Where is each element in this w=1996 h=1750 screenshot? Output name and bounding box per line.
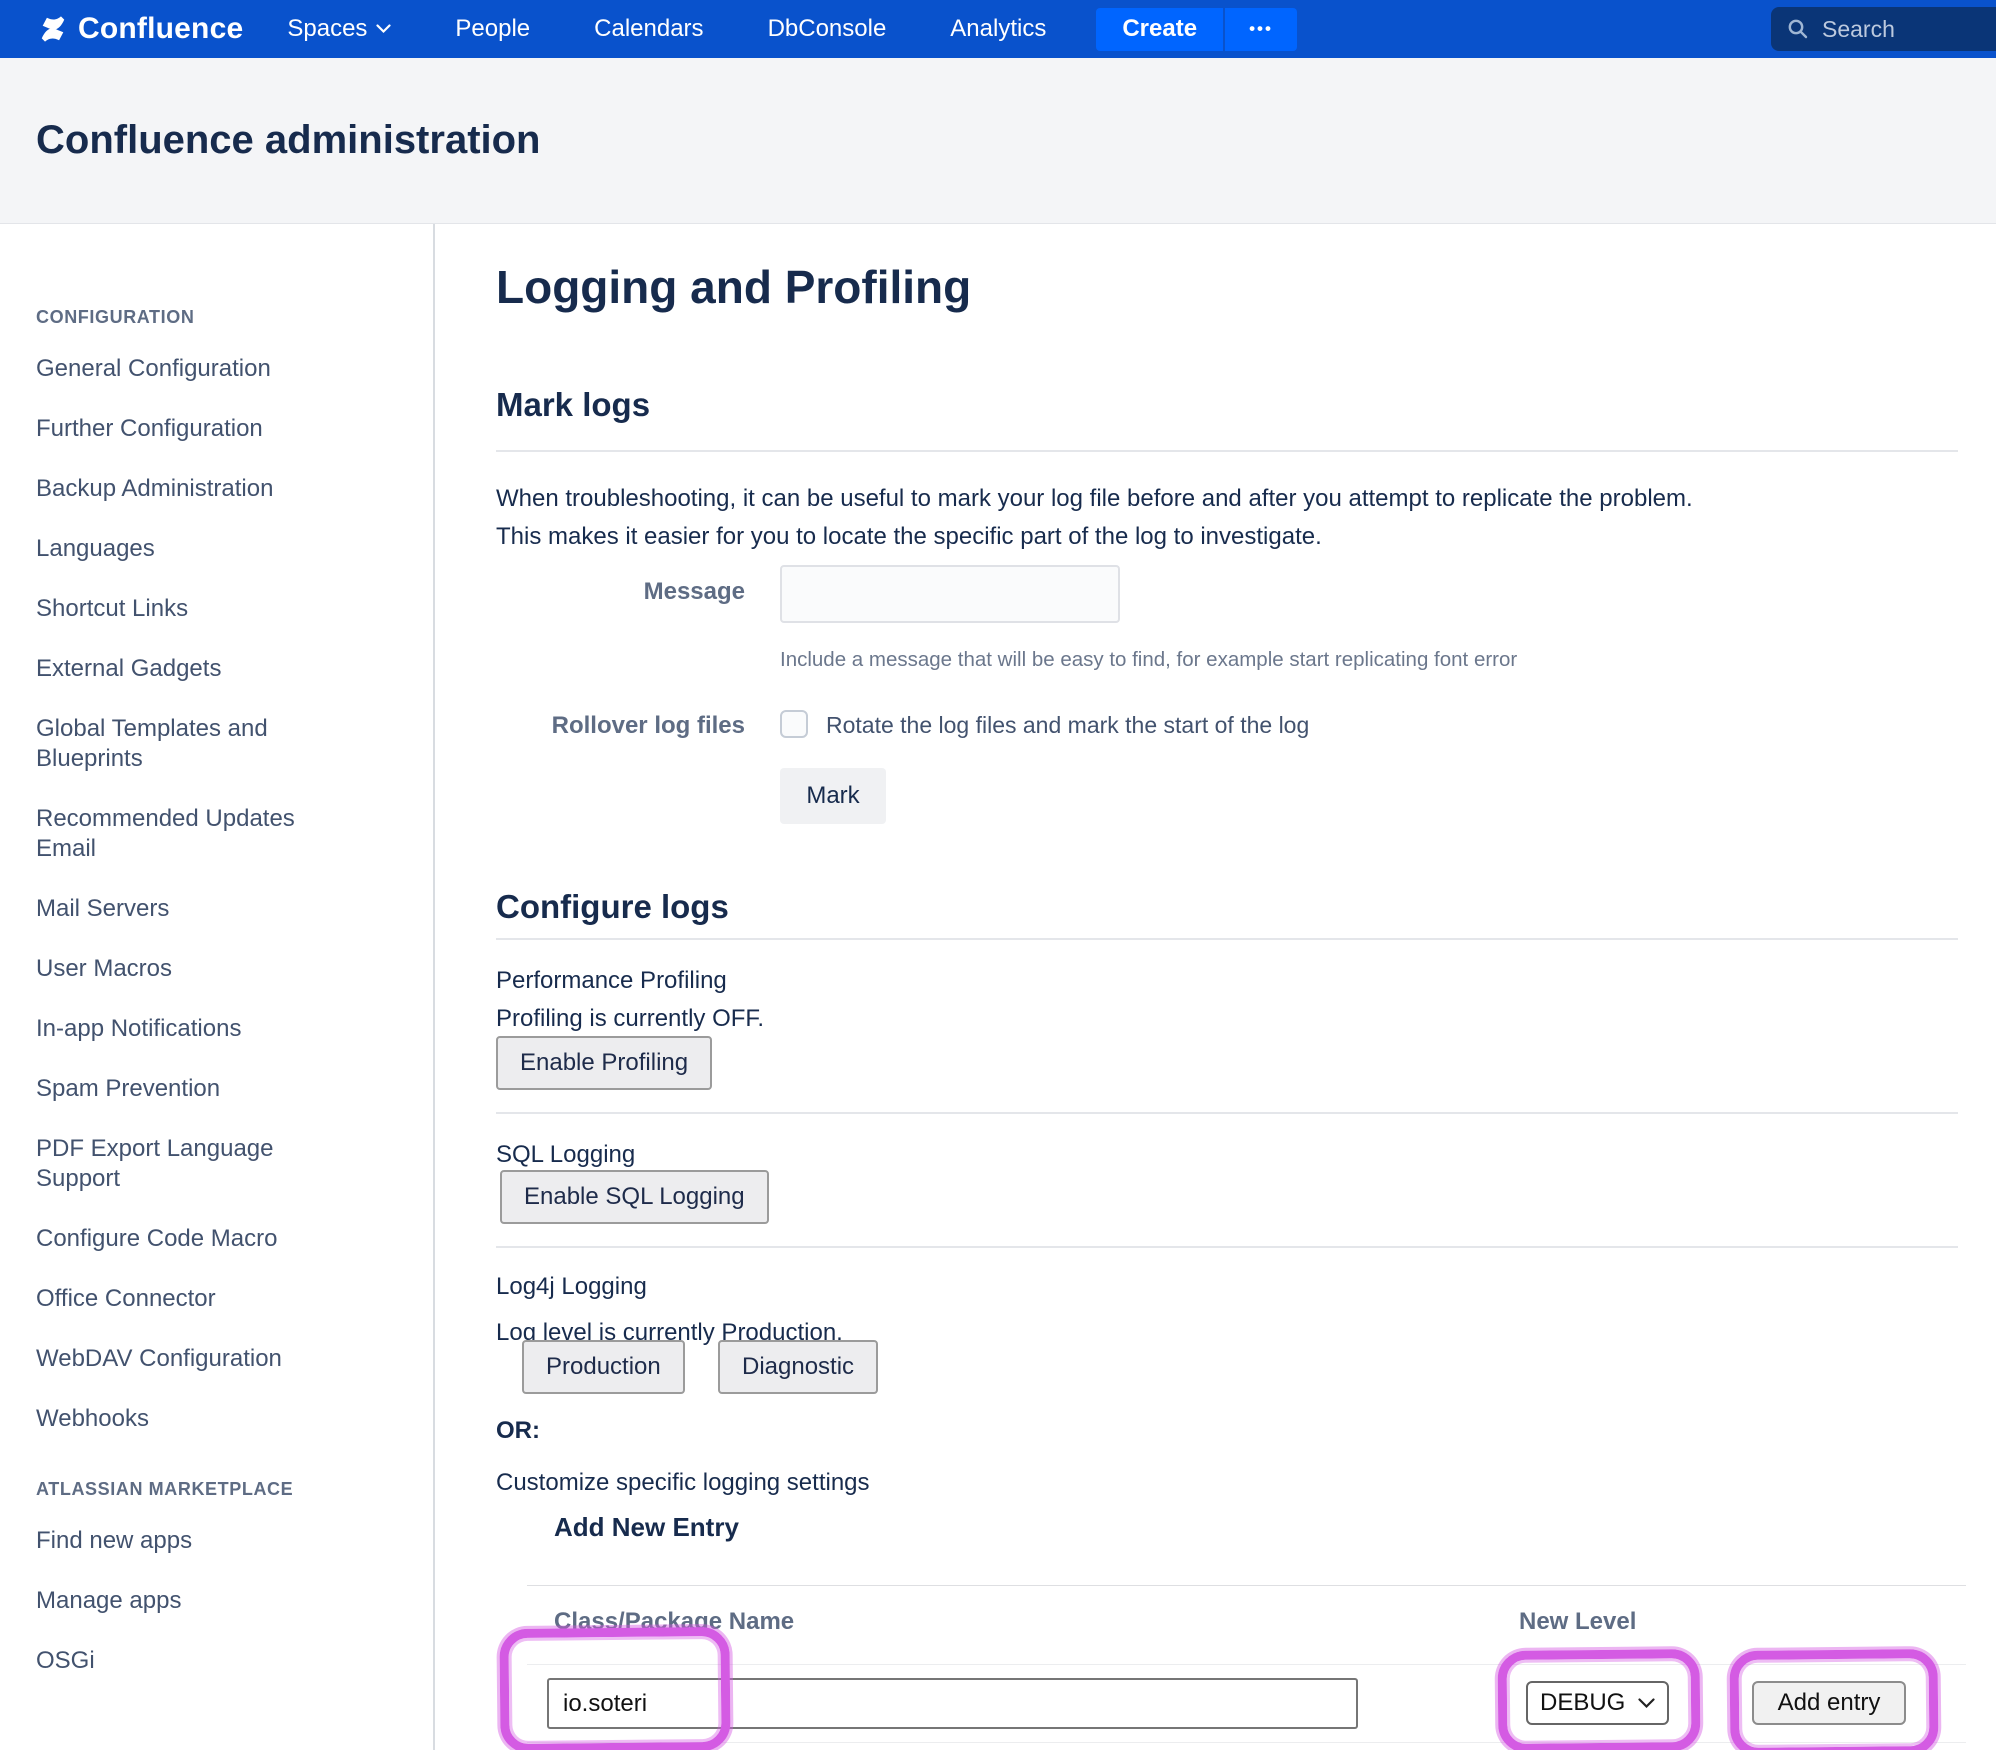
main-content: Logging and Profiling Mark logs When tro… xyxy=(434,0,1996,1750)
sidebar-item-global-templates[interactable]: Global Templates and Blueprints xyxy=(36,714,346,774)
sidebar-section-configuration: CONFIGURATION xyxy=(36,302,433,332)
sidebar-item-general-configuration[interactable]: General Configuration xyxy=(36,354,346,384)
rollover-checkbox[interactable] xyxy=(780,710,808,738)
divider xyxy=(496,450,1958,452)
sidebar-item-pdf-export-language-support[interactable]: PDF Export Language Support xyxy=(36,1134,346,1194)
mark-button[interactable]: Mark xyxy=(780,768,886,824)
column-header-class-package: Class/Package Name xyxy=(554,1608,794,1636)
diagnostic-button[interactable]: Diagnostic xyxy=(718,1340,878,1394)
add-entry-button[interactable]: Add entry xyxy=(1752,1681,1906,1725)
customize-logging-text: Customize specific logging settings xyxy=(496,1464,870,1502)
confluence-logo[interactable]: Confluence xyxy=(38,12,243,46)
profiling-status-text: Profiling is currently OFF. xyxy=(496,1000,764,1038)
sidebar-item-find-new-apps[interactable]: Find new apps xyxy=(36,1526,346,1556)
table-border-bottom xyxy=(527,1742,1966,1743)
confluence-admin-page: Confluence Spaces People Calendars DbCon… xyxy=(0,0,1996,1750)
select-chevron-icon xyxy=(1638,1698,1655,1709)
sidebar-item-configure-code-macro[interactable]: Configure Code Macro xyxy=(36,1224,346,1254)
log4j-logging-title: Log4j Logging xyxy=(496,1268,647,1306)
performance-profiling-title: Performance Profiling xyxy=(496,962,727,1000)
configuration-list: General Configuration Further Configurat… xyxy=(36,354,433,1434)
sidebar-section-marketplace: ATLASSIAN MARKETPLACE xyxy=(36,1474,433,1504)
sidebar-item-mail-servers[interactable]: Mail Servers xyxy=(36,894,346,924)
sidebar-item-webdav-configuration[interactable]: WebDAV Configuration xyxy=(36,1344,346,1374)
configure-logs-heading: Configure logs xyxy=(496,888,729,926)
new-level-select[interactable]: DEBUG xyxy=(1526,1681,1669,1725)
sidebar-item-manage-apps[interactable]: Manage apps xyxy=(36,1586,346,1616)
message-help-text: Include a message that will be easy to f… xyxy=(780,648,1517,672)
add-new-entry-heading: Add New Entry xyxy=(554,1512,739,1543)
sidebar-item-external-gadgets[interactable]: External Gadgets xyxy=(36,654,346,684)
mark-logs-description: When troubleshooting, it can be useful t… xyxy=(496,480,1693,556)
new-level-value: DEBUG xyxy=(1540,1689,1625,1717)
marketplace-list: Find new apps Manage apps OSGi xyxy=(36,1526,433,1676)
mark-logs-heading: Mark logs xyxy=(496,386,650,424)
sidebar-item-backup-administration[interactable]: Backup Administration xyxy=(36,474,346,504)
enable-profiling-button[interactable]: Enable Profiling xyxy=(496,1036,712,1090)
or-label: OR: xyxy=(496,1412,540,1450)
sidebar-item-languages[interactable]: Languages xyxy=(36,534,346,564)
sql-logging-title: SQL Logging xyxy=(496,1136,635,1174)
message-field[interactable] xyxy=(780,565,1120,623)
sidebar-item-further-configuration[interactable]: Further Configuration xyxy=(36,414,346,444)
class-package-name-input[interactable] xyxy=(547,1678,1358,1729)
table-row-divider xyxy=(527,1664,1966,1665)
nav-item-spaces[interactable]: Spaces xyxy=(287,15,391,43)
divider xyxy=(496,1112,1958,1114)
partial-next-heading: Existing Levels xyxy=(554,1745,743,1750)
divider xyxy=(496,1246,1958,1248)
sidebar-item-in-app-notifications[interactable]: In-app Notifications xyxy=(36,1014,346,1044)
sidebar-item-office-connector[interactable]: Office Connector xyxy=(36,1284,346,1314)
sidebar-item-user-macros[interactable]: User Macros xyxy=(36,954,346,984)
admin-sidebar: CONFIGURATION General Configuration Furt… xyxy=(0,224,433,1706)
sidebar-item-spam-prevention[interactable]: Spam Prevention xyxy=(36,1074,346,1104)
rollover-checkbox-text: Rotate the log files and mark the start … xyxy=(826,712,1309,739)
confluence-wordmark: Confluence xyxy=(78,12,243,46)
sidebar-item-osgi[interactable]: OSGi xyxy=(36,1646,346,1676)
content-title: Logging and Profiling xyxy=(496,260,971,314)
table-border-top xyxy=(527,1585,1966,1586)
confluence-logo-icon xyxy=(38,14,68,44)
rollover-label: Rollover log files xyxy=(496,712,745,740)
sidebar-item-shortcut-links[interactable]: Shortcut Links xyxy=(36,594,346,624)
column-header-new-level: New Level xyxy=(1519,1608,1636,1636)
production-button[interactable]: Production xyxy=(522,1340,685,1394)
enable-sql-logging-button[interactable]: Enable SQL Logging xyxy=(500,1170,769,1224)
sidebar-item-webhooks[interactable]: Webhooks xyxy=(36,1404,346,1434)
chevron-down-icon xyxy=(376,24,391,34)
sidebar-item-recommended-updates-email[interactable]: Recommended Updates Email xyxy=(36,804,346,864)
divider xyxy=(496,938,1958,940)
message-label: Message xyxy=(496,578,745,606)
